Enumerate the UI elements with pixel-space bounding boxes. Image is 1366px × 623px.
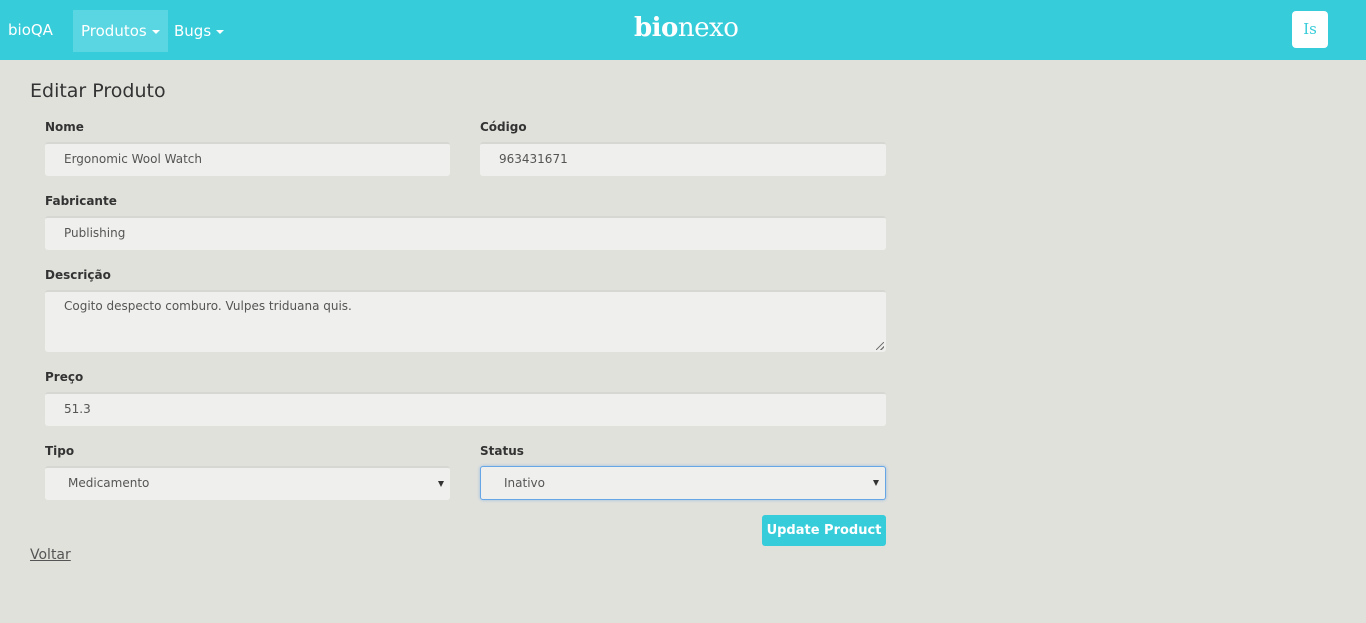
top-navbar: bioQA Produtos Bugs bionexo Is [0, 0, 1366, 60]
status-label: Status [480, 444, 524, 458]
chevron-down-icon [216, 29, 225, 34]
fabricante-label: Fabricante [45, 194, 117, 208]
status-select[interactable]: Inativo [480, 466, 886, 500]
preco-input[interactable]: 51.3 [45, 392, 886, 426]
bugs-menu[interactable]: Bugs [166, 10, 232, 52]
back-link[interactable]: Voltar [30, 547, 71, 563]
products-menu[interactable]: Produtos [73, 10, 168, 52]
descricao-text: Cogito despecto comburo. Vulpes triduana… [64, 299, 352, 313]
codigo-label: Código [480, 120, 527, 134]
bugs-menu-label: Bugs [174, 22, 212, 40]
resize-handle-icon[interactable] [876, 342, 884, 350]
page-title: Editar Produto [30, 80, 166, 102]
nome-input[interactable]: Ergonomic Wool Watch [45, 142, 450, 176]
tipo-selected-value: Medicamento [68, 476, 150, 490]
tipo-select[interactable]: Medicamento [45, 466, 450, 500]
descricao-label: Descrição [45, 268, 111, 282]
descricao-textarea[interactable]: Cogito despecto comburo. Vulpes triduana… [45, 290, 886, 352]
chevron-down-icon [151, 29, 160, 34]
bionexo-logo: bionexo [634, 13, 739, 43]
brand-link[interactable]: bioQA [8, 21, 53, 39]
dropdown-arrow-icon [438, 481, 444, 487]
update-product-button[interactable]: Update Product [762, 515, 886, 546]
user-avatar-button[interactable]: Is [1292, 11, 1328, 48]
tipo-label: Tipo [45, 444, 75, 458]
dropdown-arrow-icon [873, 480, 879, 486]
products-menu-label: Produtos [81, 22, 147, 40]
codigo-input[interactable]: 963431671 [480, 142, 886, 176]
status-selected-value: Inativo [504, 476, 545, 490]
nome-label: Nome [45, 120, 84, 134]
preco-label: Preço [45, 370, 84, 384]
fabricante-input[interactable]: Publishing [45, 216, 886, 250]
